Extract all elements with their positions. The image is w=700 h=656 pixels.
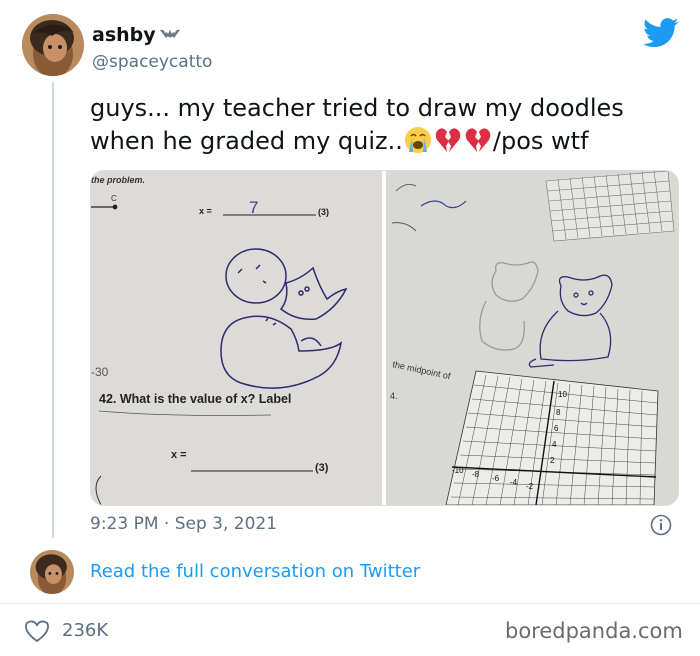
points-top: (3) [318, 207, 329, 217]
problem-header: the problem. [91, 175, 145, 185]
source-watermark: boredpanda.com [505, 619, 683, 643]
avatar-illustration [22, 14, 84, 76]
quiz-photo-left[interactable]: the problem. C x = 7 (3) -30 42. What is… [91, 171, 382, 505]
author-avatar[interactable] [22, 14, 84, 76]
quiz-photo-right[interactable]: the midpoint of 4. 10 8 6 4 2 -10 -8 -6 … [386, 171, 678, 505]
svg-text:C: C [111, 194, 117, 203]
graph-grid-top [545, 171, 675, 242]
graph-grid-bottom: 10 8 6 4 2 -10 -8 -6 -4 -2 [445, 370, 659, 505]
axis-label-neg4: -4 [510, 478, 518, 487]
quiz-question: 42. What is the value of x? Label [99, 392, 291, 406]
x-equals-bottom: x = [171, 449, 187, 461]
crying-face-icon [404, 127, 431, 153]
author-avatar-small[interactable] [30, 550, 74, 594]
read-full-conversation-link[interactable]: Read the full conversation on Twitter [90, 561, 420, 582]
broken-heart-icon [435, 128, 461, 152]
tweet-text: guys... my teacher tried to draw my dood… [90, 92, 680, 158]
x-equals-top: x = [199, 206, 212, 216]
axis-label-neg2: -2 [526, 482, 534, 491]
thread-line [52, 82, 54, 538]
info-icon[interactable] [650, 514, 672, 536]
tweet-text-tail: /pos wtf [492, 127, 589, 155]
broken-heart-icon [465, 128, 491, 152]
handwritten-answer: 7 [249, 198, 258, 217]
tweet-timestamp[interactable]: 9:23 PM · Sep 3, 2021 [90, 514, 277, 534]
axis-label-4: 4 [552, 440, 557, 449]
item-number: 4. [390, 391, 398, 401]
axis-label-2: 2 [550, 456, 555, 465]
axis-label-neg6: -6 [492, 474, 500, 483]
points-bottom: (3) [315, 462, 329, 474]
twitter-bird-icon[interactable] [643, 18, 679, 48]
heart-icon[interactable] [24, 619, 50, 643]
bat-icon [160, 26, 180, 44]
axis-label-neg10: -10 [452, 466, 464, 475]
author-display-name[interactable]: ashby [92, 24, 156, 46]
footer-divider [0, 603, 700, 604]
axis-label-neg8: -8 [472, 470, 480, 479]
avatar-illustration-small [30, 550, 74, 594]
author-handle[interactable]: @spaceycatto [92, 52, 212, 72]
axis-label-10: 10 [558, 390, 567, 399]
like-count: 236K [62, 620, 109, 641]
axis-label-6: 6 [554, 424, 559, 433]
axis-label-8: 8 [556, 408, 561, 417]
margin-note: -30 [91, 365, 109, 379]
tweet-media: the problem. C x = 7 (3) -30 42. What is… [90, 170, 679, 506]
